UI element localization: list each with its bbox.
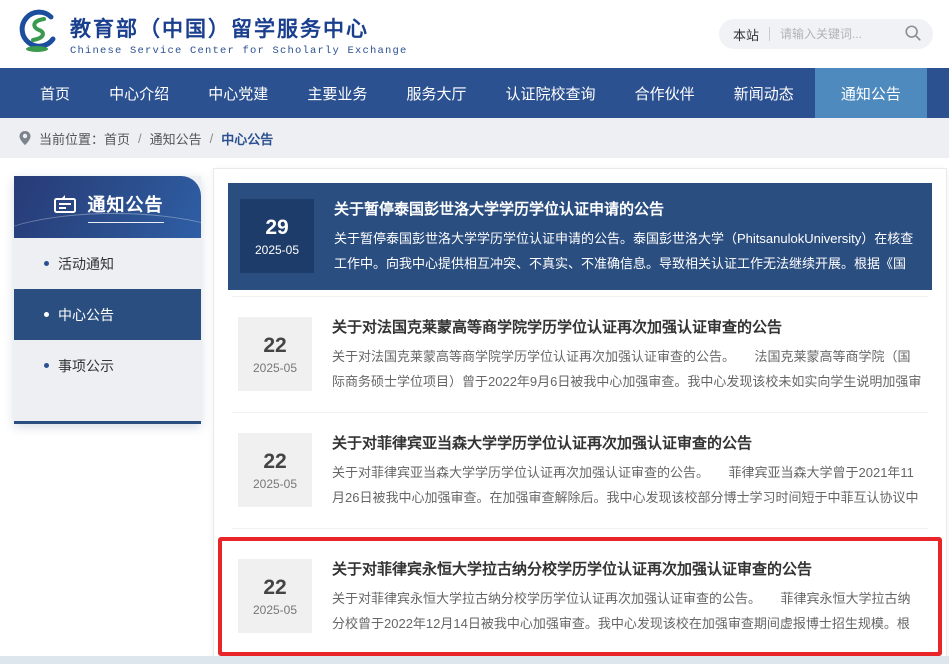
nav-item-partners[interactable]: 合作伙伴 <box>617 68 713 118</box>
site-subtitle: Chinese Service Center for Scholarly Exc… <box>70 45 408 57</box>
logo-emblem-icon <box>14 8 62 61</box>
breadcrumb-prefix: 当前位置： <box>39 129 104 148</box>
sidebar: 通知公告 活动通知 中心公告 事项公示 <box>14 176 201 424</box>
nav-item-notices[interactable]: 通知公告 <box>815 68 927 118</box>
date-day: 22 <box>263 576 286 600</box>
search-divider <box>769 27 770 41</box>
site-title: 教育部（中国）留学服务中心 <box>70 13 408 43</box>
date-day: 22 <box>263 450 286 474</box>
date-day: 29 <box>265 216 288 240</box>
announcement-excerpt: 关于对法国克莱蒙高等商学院学历学位认证再次加强认证审查的公告。 法国克莱蒙高等商… <box>332 345 922 395</box>
divider <box>232 296 928 297</box>
sidebar-item-activity-notices[interactable]: 活动通知 <box>14 238 201 289</box>
bottom-strip <box>0 656 949 664</box>
announcement-item[interactable]: 22 2025-05 关于对菲律宾亚当森大学学历学位认证再次加强认证审查的公告 … <box>228 419 932 522</box>
date-day: 22 <box>263 334 286 358</box>
announcement-title[interactable]: 关于对菲律宾亚当森大学学历学位认证再次加强认证审查的公告 <box>332 432 922 453</box>
nav-item-news[interactable]: 新闻动态 <box>716 68 812 118</box>
search-icon[interactable] <box>903 24 923 44</box>
breadcrumb-notices[interactable]: 通知公告 <box>150 129 202 148</box>
location-pin-icon <box>18 130 32 146</box>
breadcrumb-separator: / <box>138 131 142 146</box>
search-bar: 本站 <box>719 19 933 49</box>
sidebar-item-public-disclosures[interactable]: 事项公示 <box>14 340 201 391</box>
bullet-icon <box>44 312 49 317</box>
breadcrumb-current: 中心公告 <box>221 129 273 148</box>
nav-item-school-query[interactable]: 认证院校查询 <box>488 68 614 118</box>
date-badge: 22 2025-05 <box>238 433 312 507</box>
announcement-excerpt: 关于对菲律宾永恒大学拉古纳分校学历学位认证再次加强认证审查的公告。 菲律宾永恒大… <box>332 587 922 637</box>
sidebar-title: 通知公告 <box>88 191 164 223</box>
date-month: 2025-05 <box>253 477 297 491</box>
search-input[interactable] <box>780 27 903 41</box>
breadcrumb-home[interactable]: 首页 <box>104 129 130 148</box>
nav-item-service-hall[interactable]: 服务大厅 <box>388 68 484 118</box>
date-month: 2025-05 <box>255 243 299 257</box>
announcement-title[interactable]: 关于暂停泰国彭世洛大学学历学位认证申请的公告 <box>334 198 920 219</box>
announcement-list: 29 2025-05 关于暂停泰国彭世洛大学学历学位认证申请的公告 关于暂停泰国… <box>213 168 947 657</box>
announcement-title[interactable]: 关于对法国克莱蒙高等商学院学历学位认证再次加强认证审查的公告 <box>332 316 922 337</box>
sidebar-item-label: 事项公示 <box>58 356 114 376</box>
announcement-excerpt: 关于暂停泰国彭世洛大学学历学位认证申请的公告。泰国彭世洛大学（Phitsanul… <box>334 227 920 277</box>
nav-item-home[interactable]: 首页 <box>22 68 88 118</box>
bullet-icon <box>44 363 49 368</box>
divider <box>232 528 928 529</box>
date-badge: 29 2025-05 <box>240 199 314 273</box>
date-month: 2025-05 <box>253 361 297 375</box>
main-navigation: 首页 中心介绍 中心党建 主要业务 服务大厅 认证院校查询 合作伙伴 新闻动态 … <box>0 68 949 118</box>
date-month: 2025-05 <box>253 603 297 617</box>
sidebar-item-label: 中心公告 <box>58 305 114 325</box>
announcement-title[interactable]: 关于对菲律宾永恒大学拉古纳分校学历学位认证再次加强认证审查的公告 <box>332 558 922 579</box>
date-badge: 22 2025-05 <box>238 559 312 633</box>
nav-item-party[interactable]: 中心党建 <box>190 68 286 118</box>
bullet-icon <box>44 261 49 266</box>
breadcrumb-separator: / <box>210 131 214 146</box>
announcement-item[interactable]: 22 2025-05 关于对法国克莱蒙高等商学院学历学位认证再次加强认证审查的公… <box>228 303 932 406</box>
announcement-item[interactable]: 22 2025-05 关于对菲律宾永恒大学拉古纳分校学历学位认证再次加强认证审查… <box>228 545 932 648</box>
sidebar-header: 通知公告 <box>14 176 201 238</box>
date-badge: 22 2025-05 <box>238 317 312 391</box>
notice-board-icon <box>52 193 78 222</box>
page-header: 教育部（中国）留学服务中心 Chinese Service Center for… <box>0 0 949 68</box>
nav-item-about[interactable]: 中心介绍 <box>91 68 187 118</box>
divider <box>232 412 928 413</box>
nav-item-services[interactable]: 主要业务 <box>289 68 385 118</box>
search-scope-selector[interactable]: 本站 <box>733 25 759 44</box>
announcement-item[interactable]: 29 2025-05 关于暂停泰国彭世洛大学学历学位认证申请的公告 关于暂停泰国… <box>228 183 932 290</box>
highlight-box: 22 2025-05 关于对菲律宾永恒大学拉古纳分校学历学位认证再次加强认证审查… <box>218 537 942 656</box>
sidebar-item-label: 活动通知 <box>58 254 114 274</box>
announcement-excerpt: 关于对菲律宾亚当森大学学历学位认证再次加强认证审查的公告。 菲律宾亚当森大学曾于… <box>332 461 922 511</box>
sidebar-item-center-announcements[interactable]: 中心公告 <box>14 289 201 340</box>
breadcrumb: 当前位置： 首页 / 通知公告 / 中心公告 <box>0 118 949 158</box>
site-logo[interactable]: 教育部（中国）留学服务中心 Chinese Service Center for… <box>14 8 408 61</box>
